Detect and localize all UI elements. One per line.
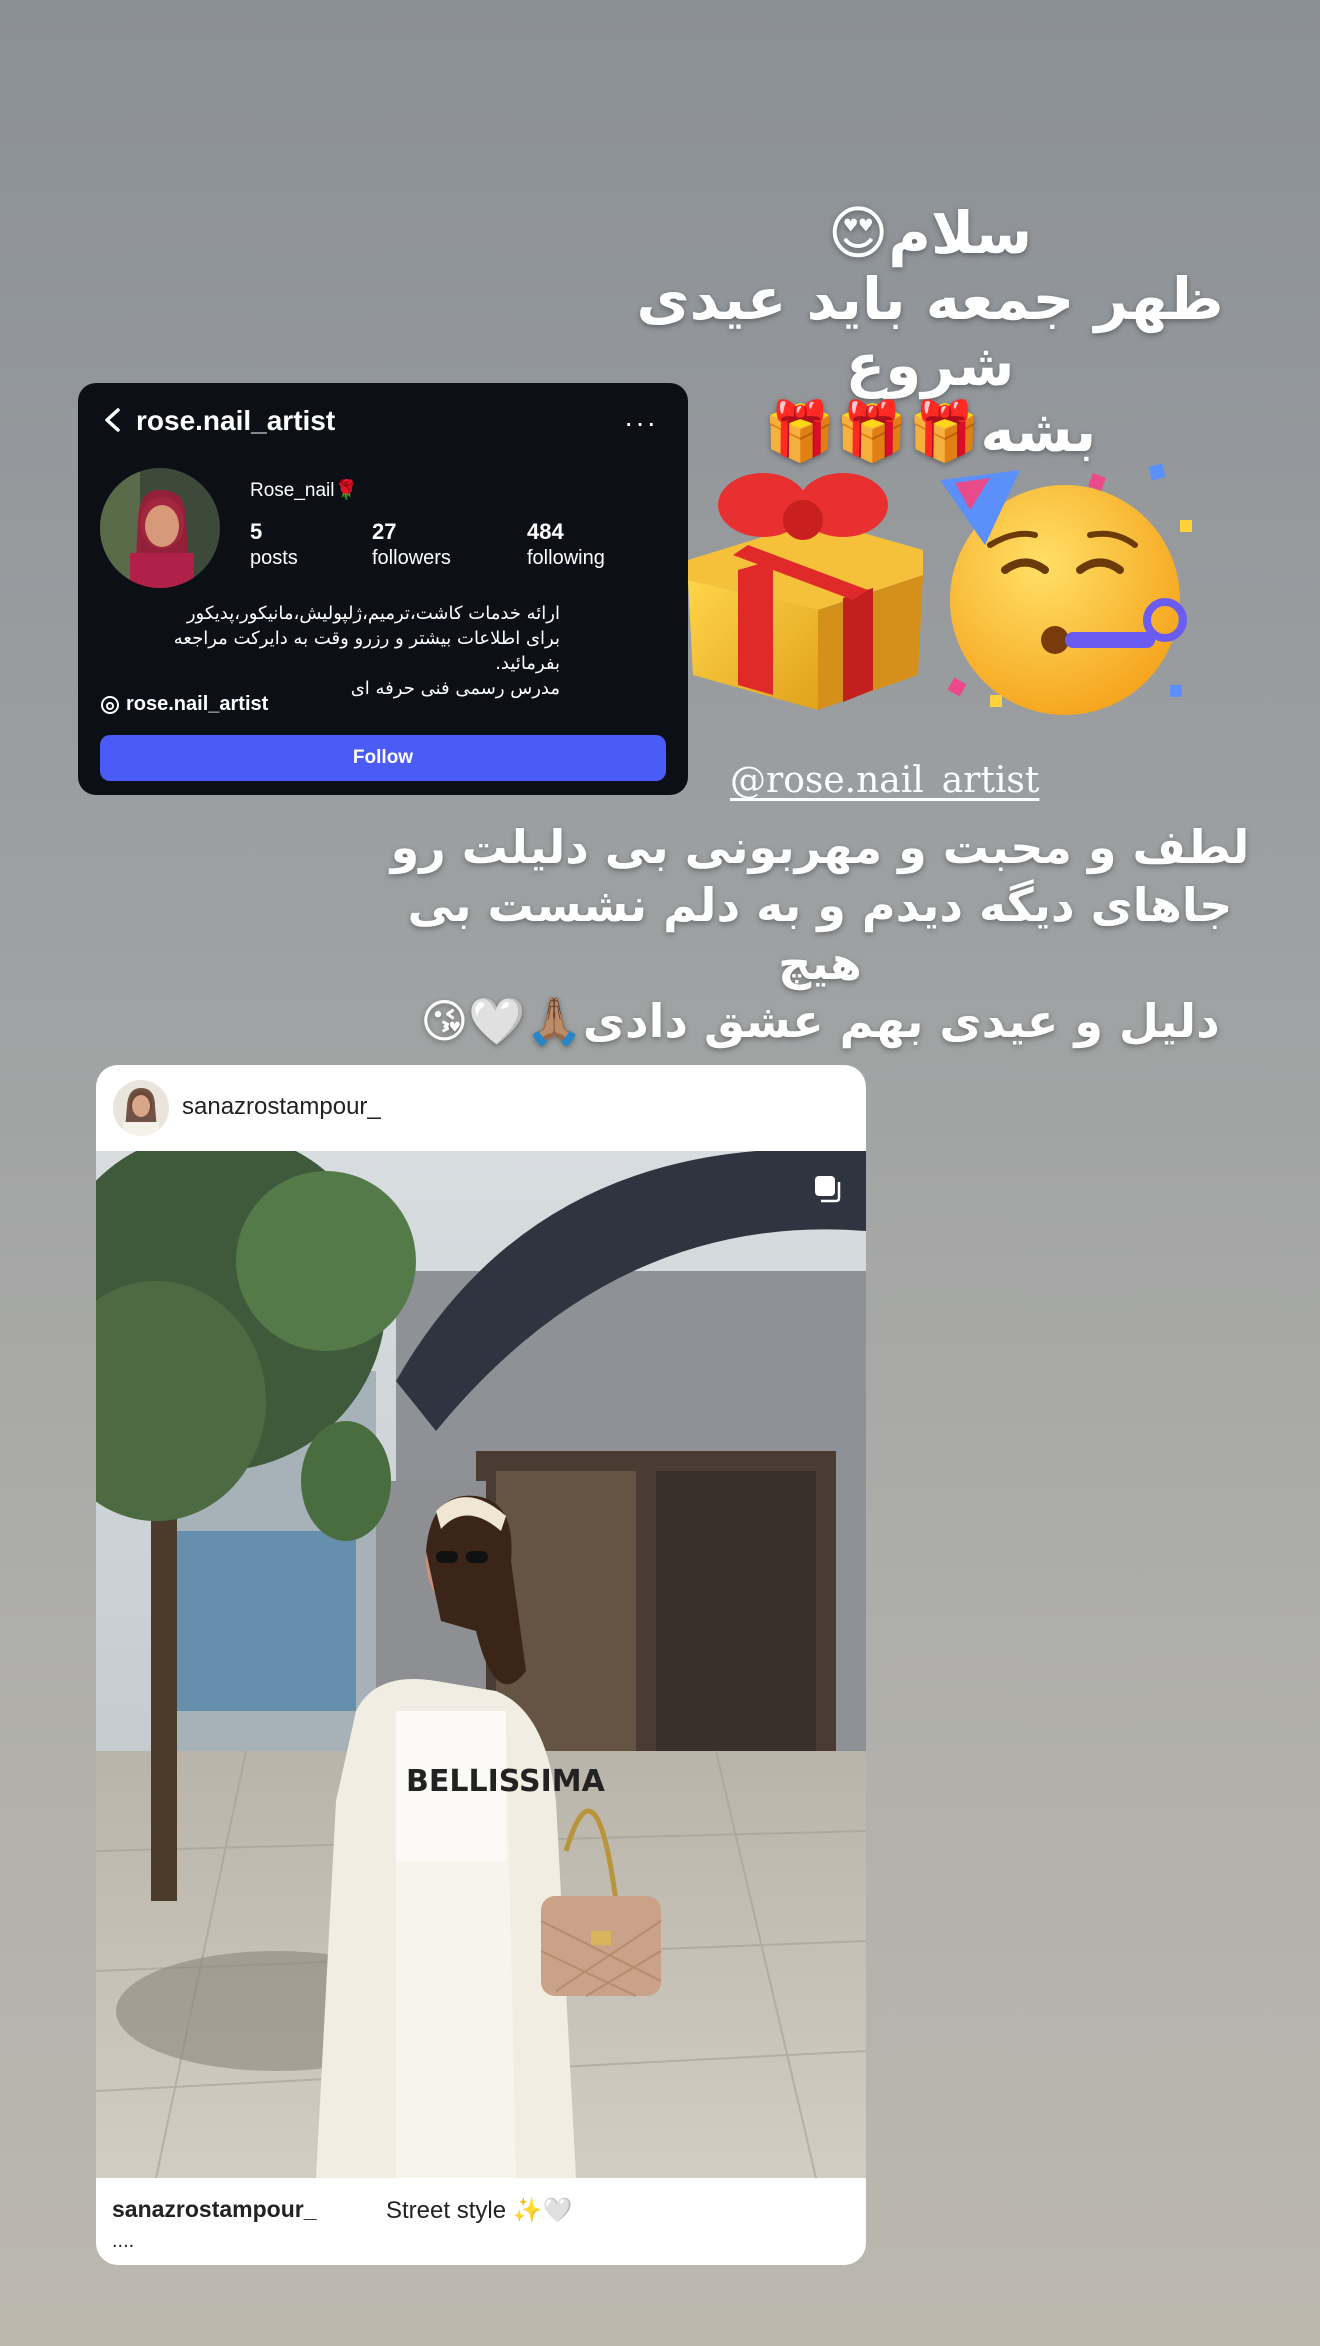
caption-text: Street style ✨🤍 bbox=[386, 2197, 573, 2224]
threads-link[interactable]: rose.nail_artist bbox=[100, 693, 268, 716]
posts-label: posts bbox=[250, 547, 298, 569]
profile-card[interactable]: rose.nail_artist ··· Rose_nail🌹 5 posts … bbox=[78, 383, 688, 795]
back-chevron-icon[interactable] bbox=[98, 405, 128, 435]
greeting-line: سلام😍 bbox=[827, 199, 1033, 267]
partying-face-icon bbox=[940, 463, 1192, 715]
mention-link[interactable]: @rose.nail_artist bbox=[730, 760, 1039, 801]
message-line: جاهای دیگه دیدم و به دلم نشست بی هیچ bbox=[407, 878, 1233, 990]
caption-username[interactable]: sanazrostampour_ bbox=[112, 2196, 317, 2223]
threads-handle: rose.nail_artist bbox=[126, 693, 269, 715]
message-line: دلیل و عیدی بهم عشق دادی🙏🏽🤍😘 bbox=[420, 994, 1220, 1048]
stat-posts[interactable]: 5 posts bbox=[250, 519, 298, 570]
profile-bio: ارائه خدمات کاشت،ترمیم،ژلپولیش،مانیکور،پ… bbox=[100, 601, 560, 701]
followers-label: followers bbox=[372, 547, 451, 569]
story-message: لطف و محبت و مهربونی بی دلیلت رو جاهای د… bbox=[380, 818, 1260, 1050]
display-name: Rose_nail🌹 bbox=[250, 480, 359, 501]
follow-button[interactable]: Follow bbox=[100, 735, 666, 781]
stat-followers[interactable]: 27 followers bbox=[372, 519, 451, 570]
avatar[interactable] bbox=[100, 468, 220, 588]
message-line: لطف و محبت و مهربونی بی دلیلت رو bbox=[390, 820, 1250, 874]
followers-count: 27 bbox=[372, 519, 397, 544]
caption-more[interactable]: .... bbox=[112, 2230, 134, 2253]
post-author[interactable]: sanazrostampour_ bbox=[182, 1093, 381, 1121]
post-card[interactable]: sanazrostampour_ BELLISSIMA sanazrostamp… bbox=[96, 1065, 866, 2265]
bio-line: برای اطلاعات بیشتر و رزرو وقت به دایرکت … bbox=[173, 628, 560, 674]
bio-line: ارائه خدمات کاشت،ترمیم،ژلپولیش،مانیکور،پ… bbox=[186, 603, 560, 624]
gift-icon bbox=[688, 473, 923, 710]
posts-count: 5 bbox=[250, 519, 263, 544]
carousel-multiple-icon bbox=[815, 1176, 841, 1203]
following-label: following bbox=[527, 547, 605, 569]
post-author-avatar[interactable] bbox=[113, 1080, 169, 1136]
profile-username: rose.nail_artist bbox=[136, 405, 336, 436]
threads-icon bbox=[101, 695, 119, 714]
stat-following[interactable]: 484 following bbox=[527, 519, 605, 570]
svg-text:BELLISSIMA: BELLISSIMA bbox=[406, 1764, 606, 1799]
post-image[interactable]: BELLISSIMA bbox=[96, 1151, 866, 2178]
greeting-line: ظهر جمعه باید عیدی شروع bbox=[636, 265, 1224, 399]
following-count: 484 bbox=[527, 519, 564, 544]
more-options-icon[interactable]: ··· bbox=[624, 407, 658, 439]
